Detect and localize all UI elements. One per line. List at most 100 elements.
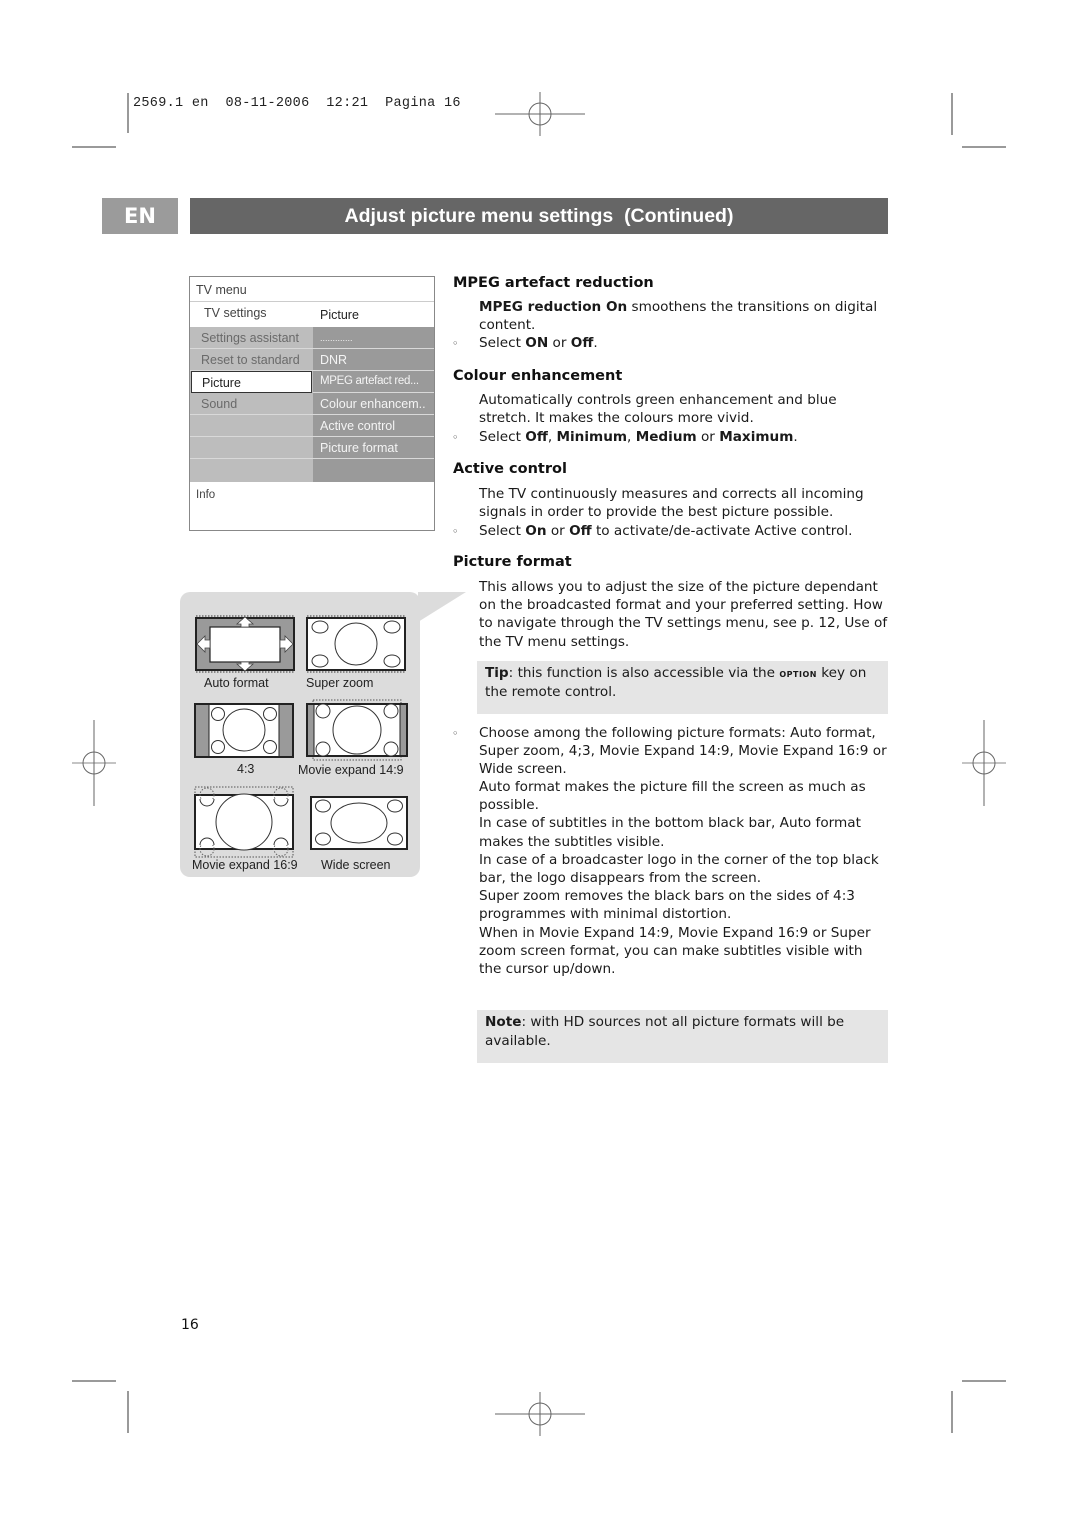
info-label: Info <box>196 489 216 501</box>
text: or <box>696 429 720 445</box>
tip-box: Tip: this function is also accessible vi… <box>477 661 888 714</box>
menu-item-empty <box>190 437 313 459</box>
picture-format-details: Auto format makes the picture fill the s… <box>479 778 889 978</box>
option-key-label: option <box>779 666 817 680</box>
detail-paragraph: In case of a broadcaster logo in the cor… <box>479 851 879 887</box>
format-label-auto: Auto format <box>204 676 269 690</box>
menu-item-picture-format[interactable]: Picture format <box>313 437 434 459</box>
detail-paragraph: When in Movie Expand 14:9, Movie Expand … <box>479 924 871 978</box>
mpeg-desc-bold: MPEG reduction On <box>479 299 628 315</box>
text: to activate/de-activate Active control. <box>591 523 853 539</box>
detail-paragraph: Auto format makes the picture fill the s… <box>479 779 866 814</box>
menu-item-reset-to-standard[interactable]: Reset to standard <box>190 349 313 371</box>
divider <box>190 301 434 302</box>
section-heading-mpeg: MPEG artefact reduction <box>453 275 654 291</box>
registration-mark-icon <box>72 720 116 806</box>
text: . <box>793 429 798 445</box>
slug-date: 08-11-2006 <box>225 96 310 111</box>
crop-mark <box>951 1391 953 1433</box>
option-off: Off <box>569 523 592 539</box>
movie-expand-14-9-icon <box>306 699 408 761</box>
registration-mark-icon <box>495 1392 585 1436</box>
crop-mark <box>951 93 953 135</box>
movie-expand-16-9-icon <box>194 786 294 858</box>
text: or <box>546 523 570 539</box>
menu-item-empty <box>190 415 313 437</box>
print-slug: 2569.1 en 08-11-2006 12:21 Pagina 16 <box>133 96 461 111</box>
page-title: Adjust picture menu settings (Continued) <box>190 198 888 234</box>
tip-label: Tip <box>485 665 509 681</box>
menu-item-label: Active control <box>320 419 396 433</box>
tv-menu-title: TV menu <box>196 283 247 297</box>
auto-format-icon <box>195 615 295 673</box>
colour-instruction: Select Off, Minimum, Medium or Maximum. <box>479 428 889 446</box>
menu-item-placeholder[interactable]: ............. <box>313 327 434 349</box>
detail-paragraph: In case of subtitles in the bottom black… <box>479 815 861 850</box>
picture-format-description: This allows you to adjust the size of th… <box>479 579 888 650</box>
slug-page: 16 <box>443 96 461 111</box>
tv-settings-label: TV settings <box>204 306 267 320</box>
slug-time: 12:21 <box>326 96 369 111</box>
crop-mark <box>962 1380 1006 1382</box>
section-heading-picture-format: Picture format <box>453 554 572 570</box>
text: Select <box>479 523 526 539</box>
menu-item-empty <box>313 459 434 481</box>
wide-screen-icon <box>310 796 408 850</box>
menu-item-colour-enhancement[interactable]: Colour enhancem.. <box>313 393 434 415</box>
slug-job: 2569.1 <box>133 96 184 111</box>
active-control-description: The TV continuously measures and correct… <box>479 486 864 521</box>
bullet-icon: ◦ <box>452 525 459 538</box>
menu-item-settings-assistant[interactable]: Settings assistant <box>190 327 313 349</box>
tip-text: Tip: this function is also accessible vi… <box>485 664 885 701</box>
note-label: Note <box>485 1014 522 1030</box>
text: , <box>627 429 636 445</box>
text: . <box>593 335 598 351</box>
option-off: Off <box>525 429 548 445</box>
note-text: Note: with HD sources not all picture fo… <box>485 1013 885 1050</box>
option-on: ON <box>525 335 549 351</box>
format-label-4-3: 4:3 <box>237 762 255 776</box>
option-medium: Medium <box>635 429 697 445</box>
picture-format-choices: Choose among the following picture forma… <box>479 725 887 778</box>
menu-item-picture[interactable]: Picture <box>191 371 312 393</box>
option-maximum: Maximum <box>719 429 794 445</box>
menu-item-mpeg-artefact[interactable]: MPEG artefact red... <box>313 371 434 393</box>
registration-mark-icon <box>495 92 585 136</box>
menu-item-label: Picture format <box>320 441 398 455</box>
menu-item-sound[interactable]: Sound <box>190 393 313 415</box>
format-label-movie-expand-16-9: Movie expand 16:9 <box>192 858 298 872</box>
text: Select <box>479 429 526 445</box>
slug-page-label: Pagina <box>385 96 436 111</box>
menu-item-dnr[interactable]: DNR <box>313 349 434 371</box>
crop-mark <box>127 93 129 133</box>
crop-mark <box>962 146 1006 148</box>
menu-item-label: DNR <box>320 353 348 367</box>
page-number: 16 <box>181 1317 199 1333</box>
option-off: Off <box>570 335 594 351</box>
menu-item-active-control[interactable]: Active control <box>313 415 434 437</box>
option-on: On <box>525 523 547 539</box>
format-label-movie-expand-14-9: Movie expand 14:9 <box>298 763 404 777</box>
picture-submenu-label: Picture <box>320 308 359 322</box>
menu-item-empty <box>190 459 313 481</box>
section-heading-active-control: Active control <box>453 461 567 477</box>
bullet-icon: ◦ <box>452 727 459 740</box>
language-tab: EN <box>102 198 178 234</box>
tv-menu-screenshot: TV menu TV settings Picture Settings ass… <box>189 276 435 531</box>
active-control-instruction: Select On or Off to activate/de-activate… <box>479 522 899 540</box>
page-title-text: Adjust picture menu settings (Continued) <box>344 204 734 227</box>
text: : with HD sources not all picture format… <box>485 1014 845 1049</box>
crop-mark <box>72 1380 116 1382</box>
note-box: Note: with HD sources not all picture fo… <box>477 1010 888 1063</box>
mpeg-description: MPEG reduction On smoothens the transiti… <box>479 298 889 334</box>
format-4-3-icon <box>194 703 294 758</box>
crop-mark <box>72 146 116 148</box>
format-label-wide-screen: Wide screen <box>321 858 391 872</box>
bullet-icon: ◦ <box>452 337 459 350</box>
detail-paragraph: Super zoom removes the black bars on the… <box>479 888 855 923</box>
format-label-super-zoom: Super zoom <box>306 676 374 690</box>
menu-item-label: Settings assistant <box>201 331 299 345</box>
tv-menu-left-column: Settings assistant Reset to standard Pic… <box>190 327 313 482</box>
menu-item-label: ............. <box>320 333 353 343</box>
menu-item-label: Sound <box>201 397 238 411</box>
